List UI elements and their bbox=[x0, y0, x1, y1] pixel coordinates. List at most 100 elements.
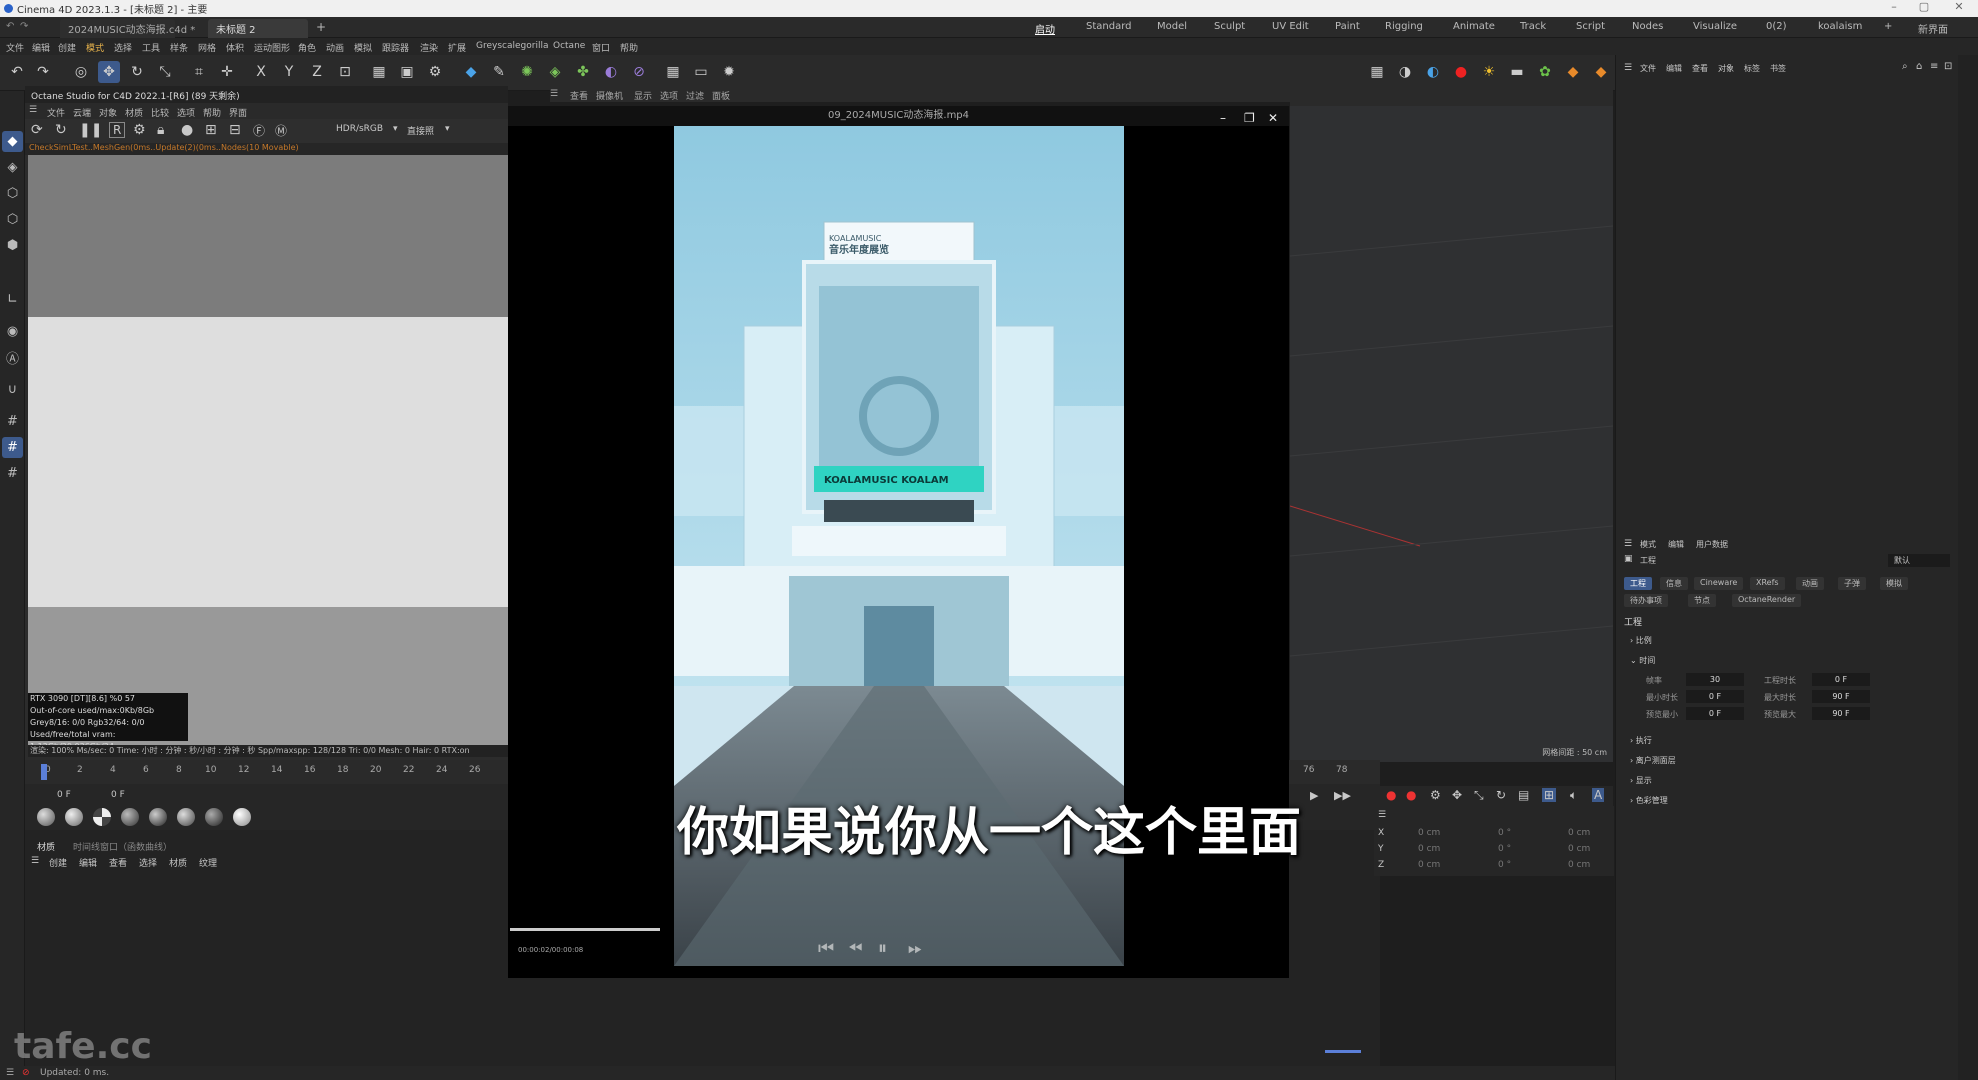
preview-min-field[interactable]: 0 F bbox=[1686, 707, 1744, 720]
menu-item-5[interactable]: 工具 bbox=[142, 41, 160, 54]
rotate-tool-icon[interactable]: ↻ bbox=[126, 61, 148, 83]
octane-settings-icon[interactable]: ⚙ bbox=[133, 122, 146, 138]
attr-tab-1[interactable]: 信息 bbox=[1660, 577, 1688, 590]
octane-crop-icon[interactable]: ⊞ bbox=[205, 122, 217, 138]
attr-group-3[interactable]: › 离户测面层 bbox=[1630, 755, 1676, 766]
layout-tab-3[interactable]: Sculpt bbox=[1214, 21, 1245, 32]
menu-item-4[interactable]: 选择 bbox=[114, 41, 132, 54]
player-forward-icon[interactable]: ⏩︎ bbox=[908, 938, 922, 959]
attr-menu-icon[interactable]: ☰ bbox=[1624, 539, 1632, 549]
octane-menu-7[interactable]: 界面 bbox=[229, 106, 247, 119]
texture-mode-icon[interactable]: ◈ bbox=[2, 157, 23, 178]
viewport-menu-0[interactable]: 查看 bbox=[570, 89, 588, 102]
octane-menu-4[interactable]: 比较 bbox=[151, 106, 169, 119]
layout-tab-0[interactable]: 启动 bbox=[1035, 21, 1055, 36]
layout-tab-8[interactable]: Track bbox=[1520, 21, 1546, 32]
redo-button[interactable]: ↷ bbox=[32, 61, 54, 83]
scale-tool-icon[interactable]: ⤡ bbox=[154, 61, 176, 83]
render-picture-viewer-icon[interactable]: ▣ bbox=[396, 61, 418, 83]
menu-item-3[interactable]: 模式 bbox=[86, 41, 104, 54]
layout-tab-6[interactable]: Rigging bbox=[1385, 21, 1423, 32]
subdivision-icon[interactable]: ✺ bbox=[516, 61, 538, 83]
filter-icon[interactable]: ≡ bbox=[1930, 61, 1938, 72]
octane-send-scene-icon[interactable]: ⟳ bbox=[31, 122, 43, 138]
menu-item-14[interactable]: 渲染 bbox=[420, 41, 438, 54]
attr-group-2[interactable]: › 执行 bbox=[1630, 735, 1652, 746]
plugin-box-icon[interactable]: ◆ bbox=[1562, 61, 1584, 83]
octane-crop2-icon[interactable]: ⊟ bbox=[229, 122, 241, 138]
layout-tab-9[interactable]: Script bbox=[1576, 21, 1605, 32]
min-time-field[interactable]: 0 F bbox=[1686, 690, 1744, 703]
axis-icon[interactable]: ✛ bbox=[216, 61, 238, 83]
octane-grid-icon[interactable]: ▦ bbox=[1366, 61, 1388, 83]
menu-item-7[interactable]: 网格 bbox=[198, 41, 216, 54]
viewport-menu-icon[interactable]: ☰ bbox=[550, 89, 558, 99]
menu-item-9[interactable]: 运动图形 bbox=[254, 41, 290, 54]
layout-tab-2[interactable]: Model bbox=[1157, 21, 1187, 32]
cloner-icon[interactable]: ✤ bbox=[572, 61, 594, 83]
menu-item-2[interactable]: 创建 bbox=[58, 41, 76, 54]
undo-icon[interactable]: ↶ bbox=[6, 21, 14, 32]
attr-preset-select[interactable]: 默认 bbox=[1888, 554, 1950, 567]
octane-render-icon[interactable]: ● bbox=[1450, 61, 1472, 83]
attr-tab2-0[interactable]: 待办事项 bbox=[1624, 594, 1668, 607]
octane-menu-3[interactable]: 材质 bbox=[125, 106, 143, 119]
menu-item-19[interactable]: 帮助 bbox=[620, 41, 638, 54]
attr-menu-1[interactable]: 编辑 bbox=[1668, 539, 1684, 550]
octane-menu-2[interactable]: 对象 bbox=[99, 106, 117, 119]
octane-restart-icon[interactable]: ↻ bbox=[55, 122, 67, 138]
perspective-viewport[interactable]: 网格间距 : 50 cm bbox=[1290, 106, 1613, 762]
snap-icon[interactable]: ⌗ bbox=[188, 61, 210, 83]
player-close-button[interactable]: ✕ bbox=[1268, 108, 1278, 128]
octane-region-icon[interactable]: R bbox=[109, 122, 126, 138]
fps-field[interactable]: 30 bbox=[1686, 673, 1744, 686]
player-prev-icon[interactable]: ⏮︎ bbox=[818, 938, 834, 959]
generator-icon[interactable]: ◈ bbox=[544, 61, 566, 83]
redo-icon[interactable]: ↷ bbox=[20, 21, 28, 32]
field-icon[interactable]: ⊘ bbox=[628, 61, 650, 83]
viewport-menu-4[interactable]: 过滤 bbox=[686, 89, 704, 102]
model-mode-icon[interactable]: ◆ bbox=[2, 131, 23, 152]
octane-menu-icon[interactable]: ☰ bbox=[29, 105, 37, 115]
octane-menu-1[interactable]: 云端 bbox=[73, 106, 91, 119]
snap-tool-icon[interactable]: ∪ bbox=[2, 379, 23, 400]
guide-icon[interactable]: # bbox=[2, 463, 23, 484]
menu-item-10[interactable]: 角色 bbox=[298, 41, 316, 54]
menu-item-13[interactable]: 跟踪器 bbox=[382, 41, 409, 54]
octane-mode-select[interactable]: 直接照 bbox=[407, 124, 434, 137]
attr-group-4[interactable]: › 显示 bbox=[1630, 775, 1652, 786]
object-menu-icon[interactable]: ☰ bbox=[1624, 63, 1632, 73]
polygons-mode-icon[interactable]: ⬢ bbox=[2, 235, 23, 256]
attr-tab-5[interactable]: 子弹 bbox=[1838, 577, 1866, 590]
attr-tab-2[interactable]: Cineware bbox=[1694, 577, 1744, 590]
preview-max-field[interactable]: 90 F bbox=[1812, 707, 1870, 720]
player-minimize-button[interactable]: – bbox=[1220, 108, 1226, 128]
add-layout-icon[interactable]: + bbox=[1884, 21, 1892, 32]
layout-tab-1[interactable]: Standard bbox=[1086, 21, 1132, 32]
lock-x-icon[interactable]: X bbox=[250, 61, 272, 83]
layout-tab-12[interactable]: 0(2) bbox=[1766, 21, 1787, 32]
attr-tab-6[interactable]: 模拟 bbox=[1880, 577, 1908, 590]
player-rewind-icon[interactable]: ⏪︎ bbox=[848, 938, 862, 959]
grid-icon[interactable]: # bbox=[2, 437, 23, 458]
object-menu-1[interactable]: 编辑 bbox=[1666, 63, 1682, 74]
project-time-field[interactable]: 0 F bbox=[1812, 673, 1870, 686]
octane-menu-0[interactable]: 文件 bbox=[47, 106, 65, 119]
octane-f-icon[interactable]: Ⓕ bbox=[253, 122, 265, 139]
menu-item-11[interactable]: 动画 bbox=[326, 41, 344, 54]
menu-item-6[interactable]: 样条 bbox=[170, 41, 188, 54]
viewport-menu-2[interactable]: 显示 bbox=[634, 89, 652, 102]
octane-sun-icon[interactable]: ☀ bbox=[1478, 61, 1500, 83]
player-maximize-button[interactable]: ❐ bbox=[1244, 108, 1255, 128]
selection-tool-icon[interactable]: ◎ bbox=[70, 61, 92, 83]
maximize-button[interactable]: ▢ bbox=[1910, 0, 1938, 17]
object-menu-4[interactable]: 标签 bbox=[1744, 63, 1760, 74]
close-window-button[interactable]: ✕ bbox=[1945, 0, 1973, 17]
minimize-button[interactable]: – bbox=[1880, 0, 1908, 17]
search-icon[interactable]: ⌕ bbox=[1902, 61, 1908, 72]
octane-menu-5[interactable]: 选项 bbox=[177, 106, 195, 119]
menu-item-0[interactable]: 文件 bbox=[6, 41, 24, 54]
octane-contrast-icon[interactable]: ◑ bbox=[1394, 61, 1416, 83]
plugin-box2-icon[interactable]: ◆ bbox=[1590, 61, 1612, 83]
attr-tab2-2[interactable]: OctaneRender bbox=[1732, 594, 1802, 607]
